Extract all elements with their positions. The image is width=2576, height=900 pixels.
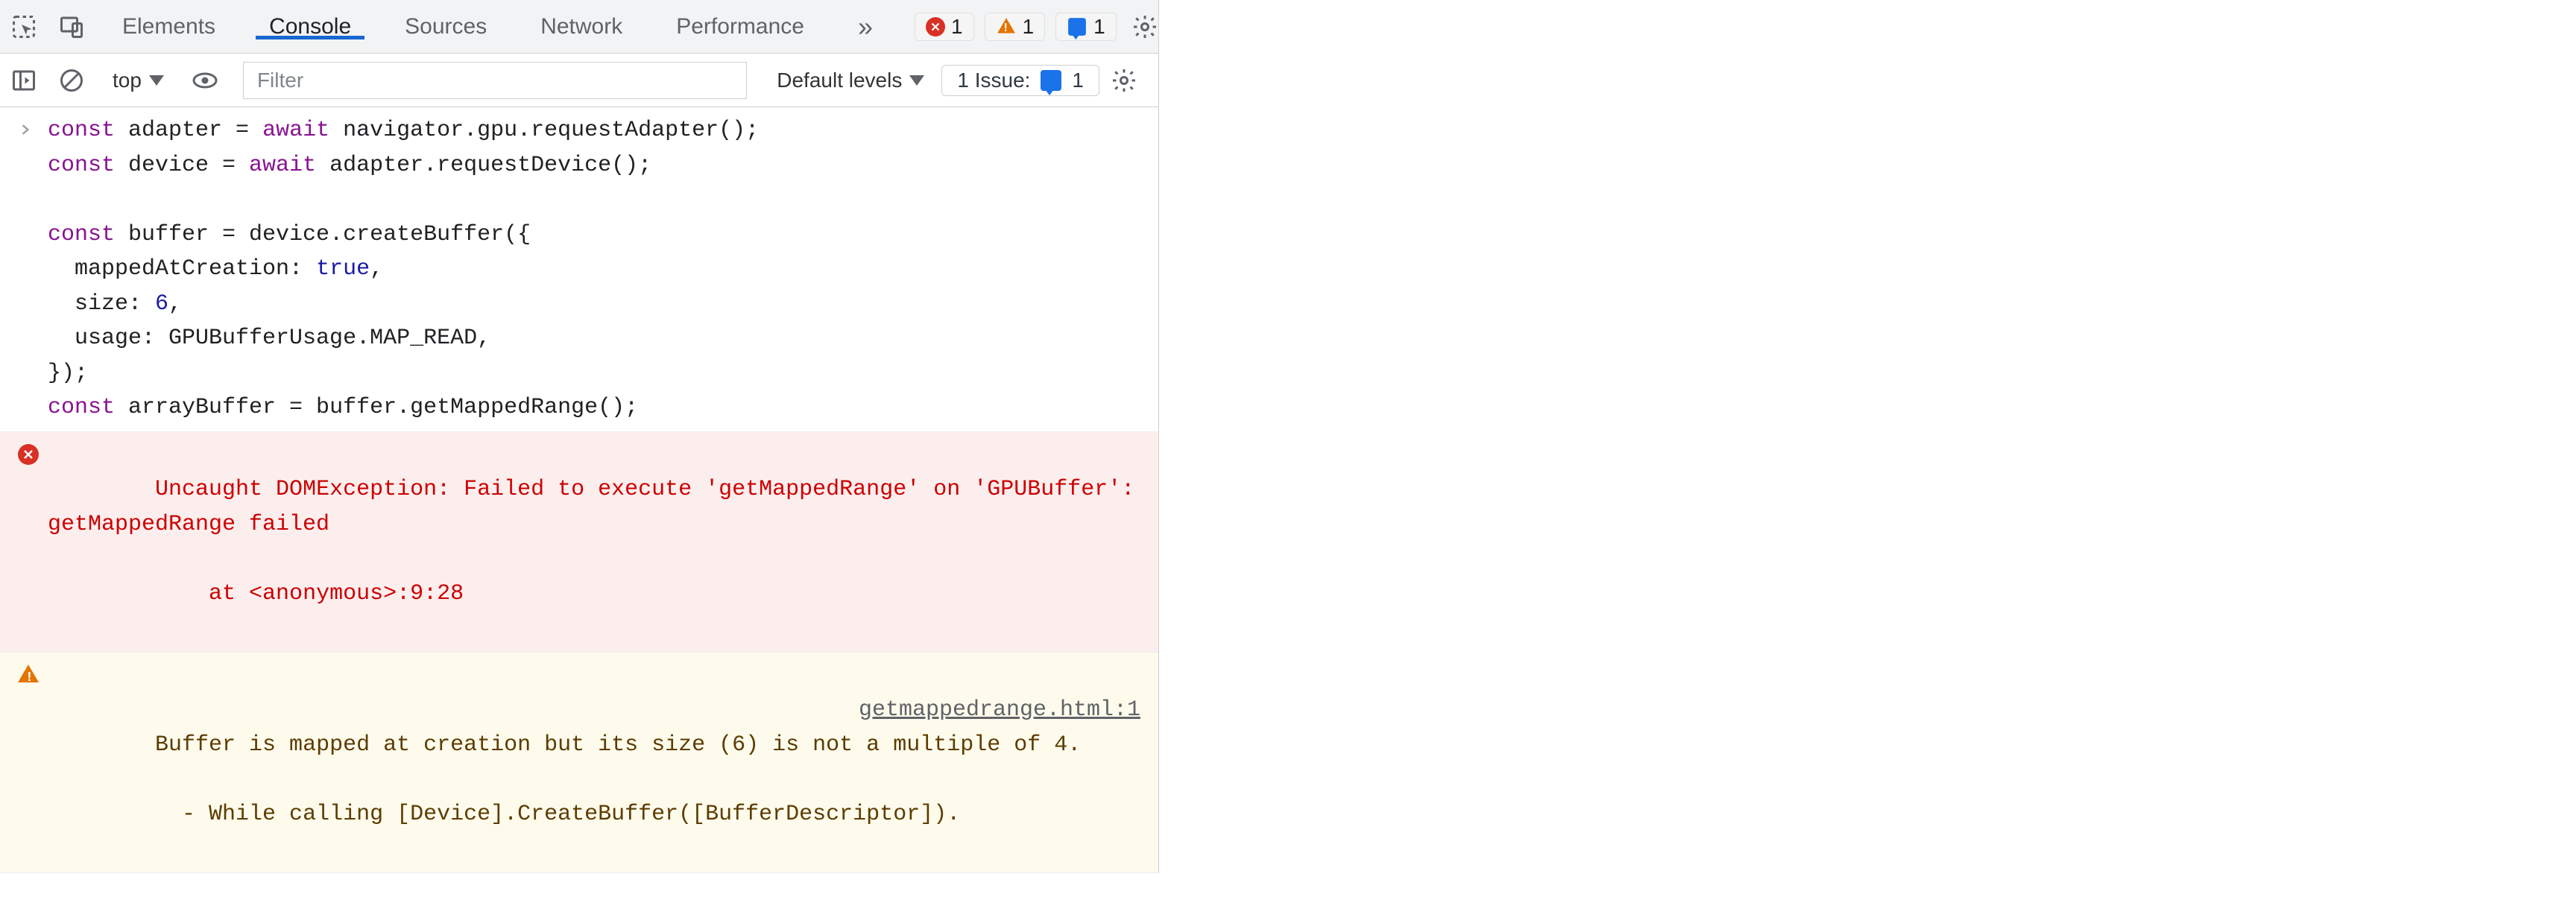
error-icon bbox=[18, 438, 48, 646]
tab-label: Sources bbox=[405, 14, 487, 39]
tab-label: Console bbox=[269, 14, 351, 39]
issues-label: 1 Issue: bbox=[957, 69, 1030, 92]
issues-count: 1 bbox=[1072, 69, 1084, 92]
console-error-entry[interactable]: Uncaught DOMException: Failed to execute… bbox=[0, 432, 1158, 653]
tab-label: Performance bbox=[676, 14, 804, 39]
info-count-pill[interactable]: 1 bbox=[1055, 13, 1117, 41]
console-toolbar: top Filter Default levels 1 Issue: 1 bbox=[0, 54, 1158, 107]
device-toolbar-icon[interactable] bbox=[48, 0, 95, 53]
toggle-sidebar-icon[interactable] bbox=[0, 54, 48, 107]
clear-console-icon[interactable] bbox=[48, 54, 95, 107]
input-code: const adapter = await navigator.gpu.requ… bbox=[48, 113, 1140, 425]
overflow-glyph: » bbox=[858, 11, 873, 42]
levels-label: Default levels bbox=[777, 69, 902, 92]
execution-context-select[interactable]: top bbox=[96, 69, 180, 92]
tab-performance[interactable]: Performance bbox=[649, 14, 831, 39]
issue-icon bbox=[1041, 70, 1061, 91]
context-label: top bbox=[113, 69, 142, 92]
error-message: Uncaught DOMException: Failed to execute… bbox=[48, 477, 1148, 537]
filter-placeholder: Filter bbox=[257, 69, 303, 92]
warning-detail: - While calling [Device].CreateBuffer([B… bbox=[155, 802, 960, 827]
error-stack: at <anonymous>:9:28 bbox=[155, 581, 464, 606]
message-counters: 1 1 1 bbox=[900, 0, 1131, 53]
tab-console[interactable]: Console bbox=[242, 14, 378, 39]
console-input-entry[interactable]: const adapter = await navigator.gpu.requ… bbox=[0, 107, 1158, 432]
warning-message: Buffer is mapped at creation but its siz… bbox=[155, 732, 1081, 758]
error-count: 1 bbox=[951, 15, 963, 39]
tab-elements[interactable]: Elements bbox=[95, 14, 242, 39]
info-count: 1 bbox=[1093, 15, 1105, 39]
error-icon bbox=[926, 17, 945, 37]
console-output: const adapter = await navigator.gpu.requ… bbox=[0, 107, 1158, 873]
chevron-down-icon bbox=[149, 75, 164, 86]
blank-area bbox=[1159, 0, 2576, 873]
info-icon bbox=[1067, 16, 1087, 37]
warning-count-pill[interactable]: 1 bbox=[985, 13, 1046, 41]
error-count-pill[interactable]: 1 bbox=[915, 13, 974, 41]
warning-icon bbox=[996, 18, 1017, 36]
tabs-overflow[interactable]: » bbox=[831, 11, 900, 42]
input-chevron-icon bbox=[18, 113, 48, 425]
console-warning-entry[interactable]: getmappedrange.html:1 Buffer is mapped a… bbox=[0, 653, 1158, 873]
log-levels-select[interactable]: Default levels bbox=[760, 69, 941, 92]
settings-icon[interactable] bbox=[1131, 0, 1158, 53]
tab-sources[interactable]: Sources bbox=[378, 14, 514, 39]
console-settings-icon[interactable] bbox=[1100, 54, 1148, 107]
issues-button[interactable]: 1 Issue: 1 bbox=[941, 65, 1099, 96]
inspect-element-icon[interactable] bbox=[0, 0, 48, 53]
chevron-down-icon bbox=[909, 75, 924, 86]
tab-network[interactable]: Network bbox=[514, 14, 649, 39]
filter-input[interactable]: Filter bbox=[243, 62, 747, 99]
warning-source-link[interactable]: getmappedrange.html:1 bbox=[859, 693, 1140, 728]
devtools-tabbar: Elements Console Sources Network Perform… bbox=[0, 0, 1158, 54]
warning-count: 1 bbox=[1023, 15, 1035, 39]
live-expression-icon[interactable] bbox=[181, 54, 229, 107]
panel-tabs: Elements Console Sources Network Perform… bbox=[95, 0, 900, 53]
tab-label: Elements bbox=[122, 14, 215, 39]
tab-label: Network bbox=[540, 14, 622, 39]
warning-icon bbox=[18, 659, 48, 866]
